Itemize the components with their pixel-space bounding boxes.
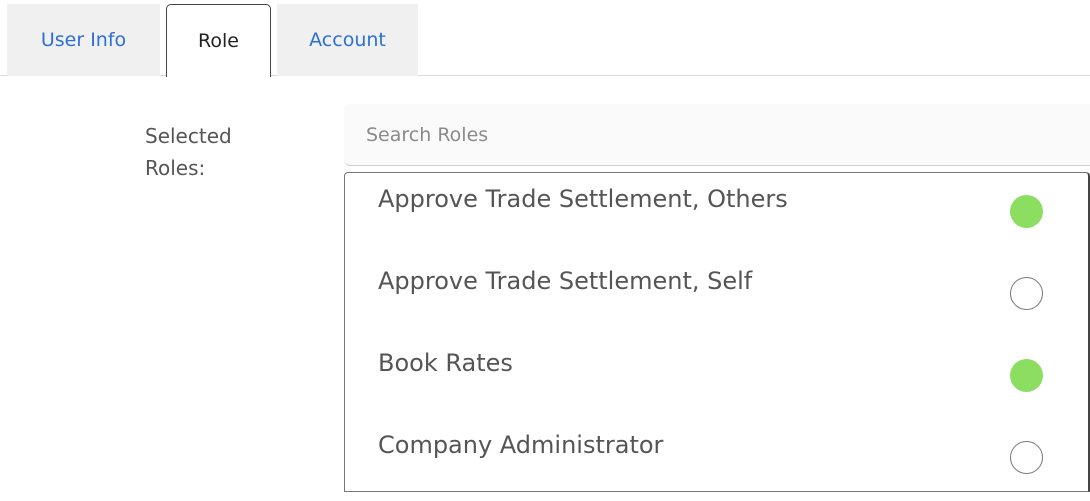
role-label: Approve Trade Settlement, Others — [378, 185, 788, 213]
tab-label: User Info — [40, 29, 127, 51]
role-item[interactable]: Approve Trade Settlement, Self — [345, 255, 1065, 337]
role-item[interactable]: Book Rates — [345, 337, 1065, 419]
tab-role[interactable]: Role — [166, 4, 271, 77]
roles-list[interactable]: Approve Trade Settlement, Others Approve… — [344, 172, 1090, 492]
tab-account[interactable]: Account — [277, 4, 418, 76]
role-label: Company Administrator — [378, 431, 664, 459]
tab-bar: User Info Role Account — [0, 0, 1090, 77]
tab-label: Account — [309, 29, 386, 51]
role-selected-indicator-icon[interactable] — [1010, 277, 1043, 310]
search-roles-input[interactable] — [344, 104, 1090, 166]
role-label: Book Rates — [378, 349, 513, 377]
tab-user-info[interactable]: User Info — [7, 4, 160, 76]
role-item[interactable]: Company Administrator — [345, 419, 1065, 501]
role-selected-indicator-icon[interactable] — [1010, 195, 1043, 228]
tab-label: Role — [198, 30, 239, 52]
role-selected-indicator-icon[interactable] — [1010, 441, 1043, 474]
role-selected-indicator-icon[interactable] — [1010, 359, 1043, 392]
role-label: Approve Trade Settlement, Self — [378, 267, 753, 295]
selected-roles-label: Selected Roles: — [145, 124, 232, 180]
tab-divider — [0, 75, 1090, 76]
role-item[interactable]: Approve Trade Settlement, Others — [345, 173, 1065, 255]
